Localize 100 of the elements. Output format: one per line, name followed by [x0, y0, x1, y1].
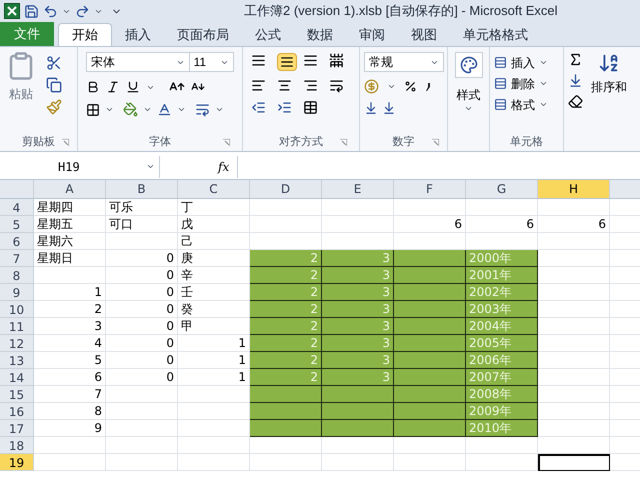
- cells-menu-button[interactable]: 插入: [494, 52, 559, 73]
- caret-icon[interactable]: [539, 58, 548, 67]
- bold-icon[interactable]: [86, 80, 100, 94]
- ribbon-tab[interactable]: 开始: [58, 23, 112, 46]
- save-icon[interactable]: [24, 4, 39, 18]
- row-header[interactable]: 8: [0, 267, 34, 284]
- row-header[interactable]: 10: [0, 301, 34, 318]
- column-header[interactable]: B: [106, 180, 178, 198]
- row-header[interactable]: 16: [0, 403, 34, 420]
- caret-icon[interactable]: [215, 105, 224, 114]
- wrap-text-icon[interactable]: [329, 78, 344, 93]
- row-header[interactable]: 13: [0, 352, 34, 369]
- column-header[interactable]: D: [250, 180, 322, 198]
- fill-icon[interactable]: [568, 73, 583, 88]
- table-cell: 0: [106, 352, 178, 369]
- row-header[interactable]: 11: [0, 318, 34, 335]
- column-header[interactable]: E: [322, 180, 394, 198]
- caret-icon[interactable]: [539, 79, 548, 88]
- ribbon-tab[interactable]: 视图: [398, 23, 450, 46]
- name-box[interactable]: H19: [0, 156, 160, 178]
- font-name-dropdown[interactable]: 宋体: [86, 52, 190, 72]
- table-cell: 3: [322, 301, 394, 318]
- row-header[interactable]: 4: [0, 199, 34, 216]
- align-right-icon[interactable]: [303, 78, 318, 93]
- cells-menu-button[interactable]: 格式: [494, 94, 559, 115]
- font-size-dropdown[interactable]: 11: [190, 52, 234, 72]
- caret-icon[interactable]: [539, 100, 548, 109]
- table-cell: 0: [106, 335, 178, 352]
- cells-menu-button[interactable]: 删除: [494, 73, 559, 94]
- caret-icon[interactable]: [177, 105, 186, 114]
- caret-icon[interactable]: [146, 162, 155, 171]
- column-header[interactable]: C: [178, 180, 250, 198]
- table-cell: 2003年: [466, 301, 538, 318]
- dialog-launcher-icon[interactable]: [432, 139, 439, 146]
- row-header[interactable]: 18: [0, 437, 34, 454]
- ribbon-tab[interactable]: 页面布局: [164, 23, 242, 46]
- row-header[interactable]: 5: [0, 216, 34, 233]
- row-header[interactable]: 15: [0, 386, 34, 403]
- dialog-launcher-icon[interactable]: [340, 139, 347, 146]
- ribbon-tab[interactable]: 单元格格式: [450, 23, 541, 46]
- sort-filter-button[interactable]: 排序和: [591, 52, 627, 151]
- row-header[interactable]: 7: [0, 250, 34, 267]
- empty-cell: [106, 454, 178, 471]
- decrease-indent-icon[interactable]: [251, 100, 266, 115]
- cut-icon[interactable]: [46, 55, 62, 71]
- row-header[interactable]: 9: [0, 284, 34, 301]
- dialog-launcher-icon[interactable]: [62, 139, 69, 146]
- row-header[interactable]: 6: [0, 233, 34, 250]
- fx-button[interactable]: fx: [218, 158, 230, 176]
- row-header[interactable]: 14: [0, 369, 34, 386]
- row-header[interactable]: 12: [0, 335, 34, 352]
- caret-icon[interactable]: [143, 105, 152, 114]
- ribbon-tab[interactable]: 插入: [112, 23, 164, 46]
- number-format-dropdown[interactable]: 常规: [364, 52, 444, 72]
- table-cell: 2009年: [466, 403, 538, 420]
- table-cell: 2005年: [466, 335, 538, 352]
- increase-indent-icon[interactable]: [277, 100, 292, 115]
- percent-icon[interactable]: [404, 80, 417, 93]
- spreadsheet-logo-icon[interactable]: [4, 3, 20, 19]
- merge-icon[interactable]: [303, 100, 318, 115]
- font-color-icon[interactable]: [157, 102, 172, 117]
- file-tab[interactable]: 文件: [0, 22, 54, 46]
- format-painter-icon[interactable]: [46, 99, 62, 115]
- currency-icon[interactable]: [364, 79, 379, 94]
- dialog-launcher-icon[interactable]: [223, 139, 230, 146]
- align-center-icon[interactable]: [277, 78, 292, 93]
- row-header[interactable]: 19: [0, 454, 34, 471]
- ribbon-tab[interactable]: 数据: [294, 23, 346, 46]
- redo-icon[interactable]: [75, 4, 90, 18]
- table-cell: 6: [394, 216, 466, 233]
- empty-cell: [394, 437, 466, 454]
- row-header[interactable]: 17: [0, 420, 34, 437]
- clear-icon[interactable]: [568, 94, 583, 109]
- align-bottom-icon[interactable]: [303, 53, 318, 68]
- align-top-icon[interactable]: [251, 53, 266, 68]
- table-cell: 3: [322, 352, 394, 369]
- caret-icon[interactable]: [464, 104, 473, 113]
- underline-icon[interactable]: [126, 80, 140, 94]
- ribbon-tab[interactable]: 审阅: [346, 23, 398, 46]
- caret-icon[interactable]: [105, 105, 114, 114]
- column-header[interactable]: A: [34, 180, 106, 198]
- align-middle-button[interactable]: [277, 53, 297, 71]
- table-cell: 2002年: [466, 284, 538, 301]
- column-header[interactable]: H: [538, 180, 610, 198]
- table-cell: 1: [34, 284, 106, 301]
- align-left-icon[interactable]: [251, 78, 266, 93]
- comma-style-icon[interactable]: [425, 82, 430, 90]
- italic-icon[interactable]: [106, 80, 120, 94]
- borders-icon[interactable]: [86, 102, 100, 116]
- column-header[interactable]: F: [394, 180, 466, 198]
- caret-icon[interactable]: [387, 82, 396, 91]
- paste-button[interactable]: 粘贴: [4, 51, 38, 115]
- copy-icon[interactable]: [46, 77, 62, 93]
- table-cell: 星期四: [34, 199, 106, 216]
- empty-cell: [322, 437, 394, 454]
- fill-color-icon[interactable]: [123, 102, 138, 117]
- ribbon-tab[interactable]: 公式: [242, 23, 294, 46]
- undo-icon[interactable]: [43, 4, 58, 18]
- sum-icon[interactable]: [568, 52, 583, 67]
- table-cell: 2: [250, 318, 322, 335]
